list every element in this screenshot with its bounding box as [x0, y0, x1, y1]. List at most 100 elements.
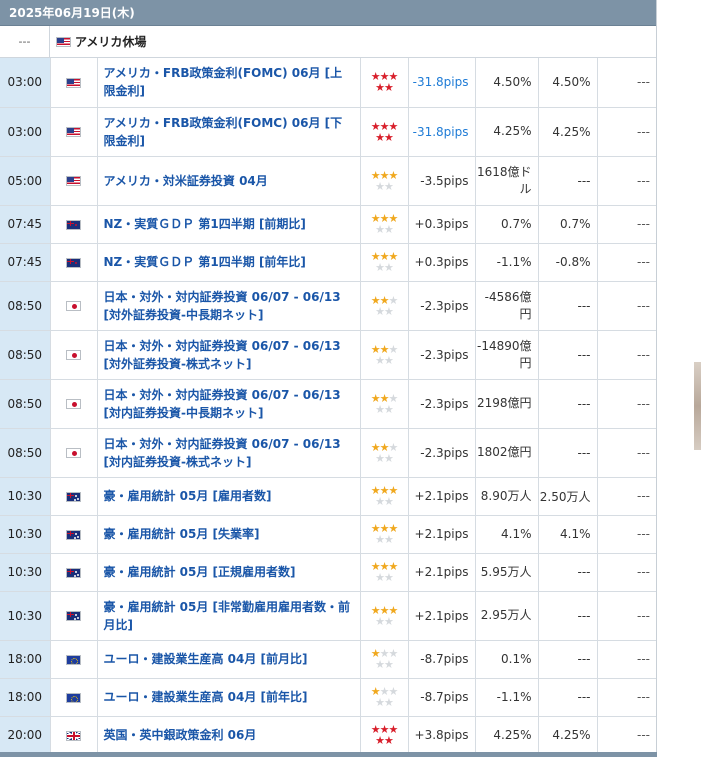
event-name-link[interactable]: 豪・雇用統計 05月 [雇用者数] [97, 477, 361, 516]
star-icon: ★ [384, 658, 394, 671]
extra-value: --- [597, 281, 656, 331]
pips-value: +2.1pips [408, 553, 476, 592]
event-flag-cell [50, 243, 98, 282]
event-flag-cell [50, 281, 98, 331]
event-time: 08:50 [0, 281, 51, 331]
importance-stars: ★★★ ★★ [360, 678, 409, 717]
pips-value: +0.3pips [408, 243, 476, 282]
pips-value: -3.5pips [408, 156, 476, 206]
jp-flag-icon [66, 399, 81, 409]
star-icon: ★ [379, 391, 390, 405]
event-time: 07:45 [0, 205, 51, 244]
extra-value: --- [597, 553, 656, 592]
extra-value: --- [597, 205, 656, 244]
au-flag-icon [66, 611, 81, 621]
table-row: 05:00 アメリカ・対米証券投資 04月 ★★★ ★★ -3.5pips 1618億ドル… [0, 156, 656, 206]
star-icon: ★ [375, 261, 385, 274]
table-row: 10:30 豪・雇用統計 05月 [正規雇用者数] ★★★ ★★ +2.1pips 5.9… [0, 553, 656, 592]
star-icon: ★ [370, 391, 381, 405]
star-icon: ★ [375, 533, 385, 546]
pips-value: -31.8pips [408, 107, 476, 157]
event-name-link[interactable]: 豪・雇用統計 05月 [正規雇用者数] [97, 553, 361, 592]
forecast-value: -4586億円 [475, 281, 539, 331]
importance-stars: ★★★ ★★ [360, 640, 409, 679]
table-row: 18:00 ユーロ・建設業生産高 04月 [前月比] ★★★ ★★ -8.7pips 0.… [0, 640, 656, 679]
eu-flag-icon [66, 692, 81, 703]
forecast-value: 2198億円 [475, 379, 539, 429]
side-image-strip [694, 362, 701, 450]
forecast-value: 4.50% [475, 58, 539, 108]
star-icon: ★ [375, 451, 385, 465]
star-icon: ★ [375, 304, 385, 318]
forecast-value: 0.1% [475, 640, 539, 679]
star-icon: ★ [370, 342, 381, 356]
table-row: 10:30 豪・雇用統計 05月 [失業率] ★★★ ★★ +2.1pips 4.1% 4.… [0, 515, 656, 554]
event-name-link[interactable]: アメリカ・対米証券投資 04月 [97, 156, 361, 206]
importance-stars: ★★★ ★★ [360, 156, 409, 206]
event-flag-cell [50, 379, 98, 429]
event-name-link[interactable]: アメリカ・FRB政策金利(FOMC) 06月 [下限金利] [97, 107, 361, 157]
result-value: --- [538, 553, 598, 592]
star-icon: ★ [388, 391, 398, 405]
star-icon: ★ [388, 342, 398, 356]
extra-value: --- [597, 477, 656, 516]
forecast-value: 1802億円 [475, 428, 539, 478]
event-name-link[interactable]: NZ・実質ＧＤＰ 第1四半期 [前期比] [97, 205, 361, 244]
event-name-link[interactable]: 日本・対外・対内証券投資 06/07 - 06/13 [対内証券投資-株式ネット… [97, 428, 361, 478]
event-flag-cell [50, 330, 98, 380]
star-icon: ★ [388, 168, 398, 182]
extra-value: --- [597, 515, 656, 554]
event-flag-cell [50, 428, 98, 478]
pips-value: +3.8pips [408, 716, 476, 755]
event-flag-cell [50, 678, 98, 717]
pips-value: -8.7pips [408, 640, 476, 679]
star-icon: ★ [384, 696, 394, 709]
star-icon: ★ [388, 119, 398, 133]
star-icon: ★ [388, 293, 398, 307]
importance-stars: ★★★ ★★ [360, 591, 409, 641]
table-row: 03:00 アメリカ・FRB政策金利(FOMC) 06月 [下限金利] ★★★ ★★ -… [0, 107, 656, 157]
star-icon: ★ [375, 495, 385, 508]
event-time: 18:00 [0, 640, 51, 679]
event-name-link[interactable]: 豪・雇用統計 05月 [非常勤雇用雇用者数・前月比] [97, 591, 361, 641]
event-name-link[interactable]: 日本・対外・対内証券投資 06/07 - 06/13 [対外証券投資-株式ネット… [97, 330, 361, 380]
us-flag-icon [56, 36, 71, 47]
importance-stars: ★★★ ★★ [360, 379, 409, 429]
table-row: 10:30 豪・雇用統計 05月 [非常勤雇用雇用者数・前月比] ★★★ ★★ +2.1… [0, 591, 656, 641]
event-flag-cell [50, 716, 98, 755]
event-flag-cell [50, 107, 98, 157]
star-icon: ★ [388, 603, 398, 617]
star-icon: ★ [384, 402, 394, 416]
result-value: -0.8% [538, 243, 598, 282]
event-name-link[interactable]: 豪・雇用統計 05月 [失業率] [97, 515, 361, 554]
au-flag-icon [66, 567, 81, 578]
table-row: 18:00 ユーロ・建設業生産高 04月 [前年比] ★★★ ★★ -8.7pips -1… [0, 678, 656, 717]
star-icon: ★ [379, 603, 390, 617]
forecast-value: 4.25% [475, 107, 539, 157]
event-name-link[interactable]: ユーロ・建設業生産高 04月 [前年比] [97, 678, 361, 717]
star-icon: ★ [375, 696, 385, 709]
star-icon: ★ [375, 402, 385, 416]
event-name-link[interactable]: 英国・英中銀政策金利 06月 [97, 716, 361, 755]
extra-value: --- [597, 330, 656, 380]
eu-flag-icon [66, 654, 81, 665]
result-value: 4.50% [538, 58, 598, 108]
result-value: --- [538, 281, 598, 331]
result-value: 4.1% [538, 515, 598, 554]
forecast-value: 1618億ドル [475, 156, 539, 206]
event-name-link[interactable]: ユーロ・建設業生産高 04月 [前月比] [97, 640, 361, 679]
event-name-link[interactable]: 日本・対外・対内証券投資 06/07 - 06/13 [対内証券投資-中長期ネッ… [97, 379, 361, 429]
event-name-link[interactable]: NZ・実質ＧＤＰ 第1四半期 [前年比] [97, 243, 361, 282]
star-icon: ★ [370, 293, 381, 307]
extra-value: --- [597, 379, 656, 429]
star-icon: ★ [384, 304, 394, 318]
table-row: 10:30 豪・雇用統計 05月 [雇用者数] ★★★ ★★ +2.1pips 8.90万… [0, 477, 656, 516]
table-row: 20:00 英国・英中銀政策金利 06月 ★★★ ★★ +3.8pips 4.25% 4.2… [0, 716, 656, 755]
forecast-value: 4.25% [475, 716, 539, 755]
forecast-value: 4.1% [475, 515, 539, 554]
pips-value: -2.3pips [408, 428, 476, 478]
event-flag-cell [50, 477, 98, 516]
result-value: --- [538, 591, 598, 641]
event-name-link[interactable]: 日本・対外・対内証券投資 06/07 - 06/13 [対外証券投資-中長期ネッ… [97, 281, 361, 331]
event-name-link[interactable]: アメリカ・FRB政策金利(FOMC) 06月 [上限金利] [97, 58, 361, 108]
